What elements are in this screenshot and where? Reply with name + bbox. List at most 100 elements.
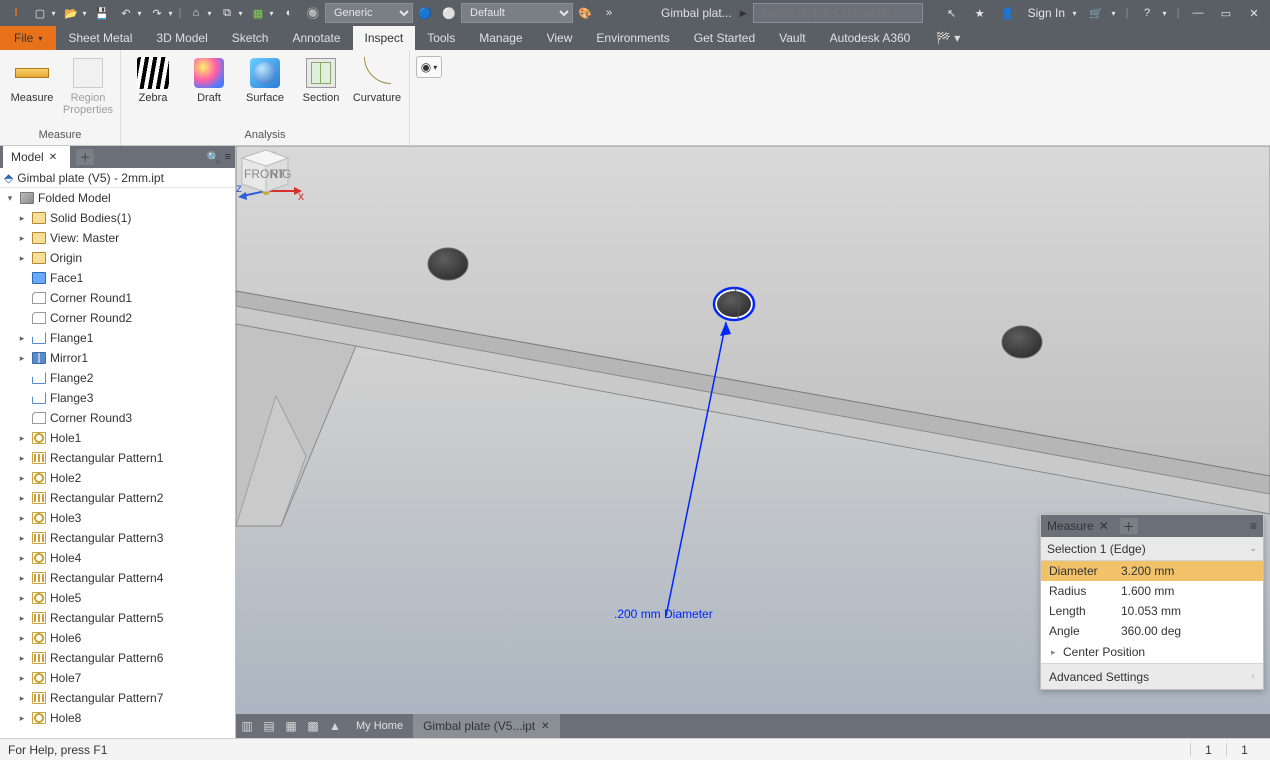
tree-twisty-icon[interactable]: ▸ bbox=[16, 493, 28, 504]
sign-in-button[interactable]: Sign In bbox=[1024, 6, 1069, 20]
menu-icon[interactable]: ≡ bbox=[1244, 519, 1263, 533]
measure-selection-header[interactable]: Selection 1 (Edge)⌄ bbox=[1041, 537, 1263, 561]
open-dropdown-icon[interactable]: ▾ bbox=[80, 2, 89, 24]
tree-twisty-icon[interactable]: ▸ bbox=[16, 433, 28, 444]
add-tab-button[interactable]: ＋ bbox=[76, 149, 94, 165]
search-input[interactable] bbox=[753, 3, 923, 23]
browser-root[interactable]: ⬘ Gimbal plate (V5) - 2mm.ipt bbox=[0, 168, 235, 188]
analysis-dropdown-button[interactable]: ◉▾ bbox=[416, 56, 442, 78]
draft-button[interactable]: Draft bbox=[183, 54, 235, 104]
tree-node[interactable]: Corner Round2 bbox=[0, 308, 235, 328]
measure-row[interactable]: Length10.053 mm bbox=[1041, 601, 1263, 621]
tab-view[interactable]: View bbox=[535, 26, 585, 50]
tree-twisty-icon[interactable]: ▸ bbox=[16, 233, 28, 244]
minimize-icon[interactable]: — bbox=[1187, 2, 1209, 24]
tab-get-started[interactable]: Get Started bbox=[682, 26, 767, 50]
tree-node[interactable]: ▸Rectangular Pattern2 bbox=[0, 488, 235, 508]
tree-twisty-icon[interactable]: ▸ bbox=[16, 213, 28, 224]
tree-twisty-icon[interactable]: ▾ bbox=[4, 193, 16, 204]
tree-twisty-icon[interactable]: ▸ bbox=[16, 713, 28, 724]
tab-sketch[interactable]: Sketch bbox=[220, 26, 281, 50]
assembly-icon[interactable]: ⧉ bbox=[216, 2, 238, 24]
appearance-select[interactable]: Default bbox=[461, 3, 573, 23]
close-icon[interactable]: ✕ bbox=[44, 152, 62, 163]
restore-icon[interactable]: ▭ bbox=[1215, 2, 1237, 24]
tree-twisty-icon[interactable]: ▸ bbox=[16, 353, 28, 364]
close-icon[interactable]: ✕ bbox=[541, 721, 549, 732]
tab-environments[interactable]: Environments bbox=[584, 26, 681, 50]
curvature-button[interactable]: Curvature bbox=[351, 54, 403, 104]
save-icon[interactable]: 💾 bbox=[91, 2, 113, 24]
title-chevron-icon[interactable]: ▶ bbox=[740, 8, 747, 19]
tree-node[interactable]: ▸Rectangular Pattern4 bbox=[0, 568, 235, 588]
tree-node[interactable]: Flange2 bbox=[0, 368, 235, 388]
undo-icon[interactable]: ↶ bbox=[115, 2, 137, 24]
pointer-icon[interactable]: ↖ bbox=[941, 2, 963, 24]
close-icon[interactable]: ✕ bbox=[1094, 519, 1114, 533]
menu-icon[interactable]: ≡ bbox=[225, 151, 231, 163]
measure-panel-header[interactable]: Measure ✕ ＋ ≡ bbox=[1041, 515, 1263, 537]
help-dropdown-icon[interactable]: ▾ bbox=[1160, 2, 1169, 24]
center-position-row[interactable]: ▸Center Position bbox=[1041, 641, 1263, 663]
tree-node[interactable]: Face1 bbox=[0, 268, 235, 288]
tab-tools[interactable]: Tools bbox=[415, 26, 467, 50]
browser-tab-model[interactable]: Model✕ bbox=[3, 146, 70, 168]
surface-button[interactable]: Surface bbox=[239, 54, 291, 104]
zebra-button[interactable]: Zebra bbox=[127, 54, 179, 104]
viewcube[interactable]: FRONT RIGHT bbox=[236, 146, 292, 192]
tab-autodesk-a360[interactable]: Autodesk A360 bbox=[818, 26, 923, 50]
tree-node[interactable]: ▸Rectangular Pattern5 bbox=[0, 608, 235, 628]
tree-node[interactable]: ▸Hole5 bbox=[0, 588, 235, 608]
tree-twisty-icon[interactable]: ▸ bbox=[16, 613, 28, 624]
tab-manage[interactable]: Manage bbox=[467, 26, 534, 50]
tree-node[interactable]: ▸Hole1 bbox=[0, 428, 235, 448]
layout-single-icon[interactable]: ▥ bbox=[236, 719, 258, 733]
file-tab[interactable]: File▾ bbox=[0, 26, 56, 50]
measure-button[interactable]: Measure bbox=[6, 54, 58, 104]
tree-node[interactable]: ▸Hole2 bbox=[0, 468, 235, 488]
select-icon[interactable]: ▦ bbox=[247, 2, 269, 24]
appearance-sphere3-icon[interactable]: ⚪ bbox=[438, 2, 460, 24]
redo-icon[interactable]: ↷ bbox=[146, 2, 168, 24]
advanced-settings-row[interactable]: Advanced Settings‹ bbox=[1041, 663, 1263, 689]
user-icon[interactable]: 👤 bbox=[997, 2, 1019, 24]
tree-node[interactable]: ▸Rectangular Pattern6 bbox=[0, 648, 235, 668]
tree-twisty-icon[interactable]: ▸ bbox=[16, 573, 28, 584]
layout-4-icon[interactable]: ▩ bbox=[302, 719, 324, 733]
viewport[interactable]: — ▭ ✕ bbox=[236, 146, 1270, 738]
measure-row[interactable]: Angle360.00 deg bbox=[1041, 621, 1263, 641]
layout-2h-icon[interactable]: ▤ bbox=[258, 719, 280, 733]
star-icon[interactable]: ★ bbox=[969, 2, 991, 24]
tab-sheet-metal[interactable]: Sheet Metal bbox=[56, 26, 144, 50]
tree-twisty-icon[interactable]: ▸ bbox=[16, 673, 28, 684]
tab-annotate[interactable]: Annotate bbox=[280, 26, 352, 50]
tree-node[interactable]: ▸Hole8 bbox=[0, 708, 235, 728]
appearance-sphere1-icon[interactable]: 🔘 bbox=[302, 2, 324, 24]
tree-node[interactable]: ▸Hole7 bbox=[0, 668, 235, 688]
assembly-dropdown-icon[interactable]: ▾ bbox=[236, 2, 245, 24]
tab-inspect[interactable]: Inspect bbox=[353, 26, 416, 50]
view-tab-document[interactable]: Gimbal plate (V5...ipt✕ bbox=[413, 714, 559, 738]
tree-node[interactable]: ▸Hole6 bbox=[0, 628, 235, 648]
appearance-sphere2-icon[interactable]: 🔵 bbox=[414, 2, 436, 24]
tab-3d-model[interactable]: 3D Model bbox=[144, 26, 219, 50]
tree-twisty-icon[interactable]: ▸ bbox=[16, 593, 28, 604]
cart-icon[interactable]: 🛒 bbox=[1085, 2, 1107, 24]
redo-dropdown-icon[interactable]: ▾ bbox=[166, 2, 175, 24]
measure-row[interactable]: Diameter3.200 mm bbox=[1041, 561, 1263, 581]
search-icon[interactable]: 🔍 bbox=[207, 151, 221, 164]
select-dropdown-icon[interactable]: ▾ bbox=[267, 2, 276, 24]
finish-flag-icon[interactable]: 🏁▾ bbox=[936, 26, 960, 50]
tree-node[interactable]: ▸Hole4 bbox=[0, 548, 235, 568]
tree-twisty-icon[interactable]: ▸ bbox=[16, 553, 28, 564]
add-tab-button[interactable]: ＋ bbox=[1120, 518, 1138, 534]
tree-node[interactable]: ▸Origin bbox=[0, 248, 235, 268]
tree-node[interactable]: ▾Folded Model bbox=[0, 188, 235, 208]
tree-node[interactable]: Flange3 bbox=[0, 388, 235, 408]
tree-node[interactable]: ▸Rectangular Pattern3 bbox=[0, 528, 235, 548]
measure-row[interactable]: Radius1.600 mm bbox=[1041, 581, 1263, 601]
tree-node[interactable]: Corner Round1 bbox=[0, 288, 235, 308]
section-button[interactable]: Section bbox=[295, 54, 347, 104]
app-icon[interactable]: I bbox=[5, 2, 27, 24]
tree-node[interactable]: ▸Mirror1 bbox=[0, 348, 235, 368]
